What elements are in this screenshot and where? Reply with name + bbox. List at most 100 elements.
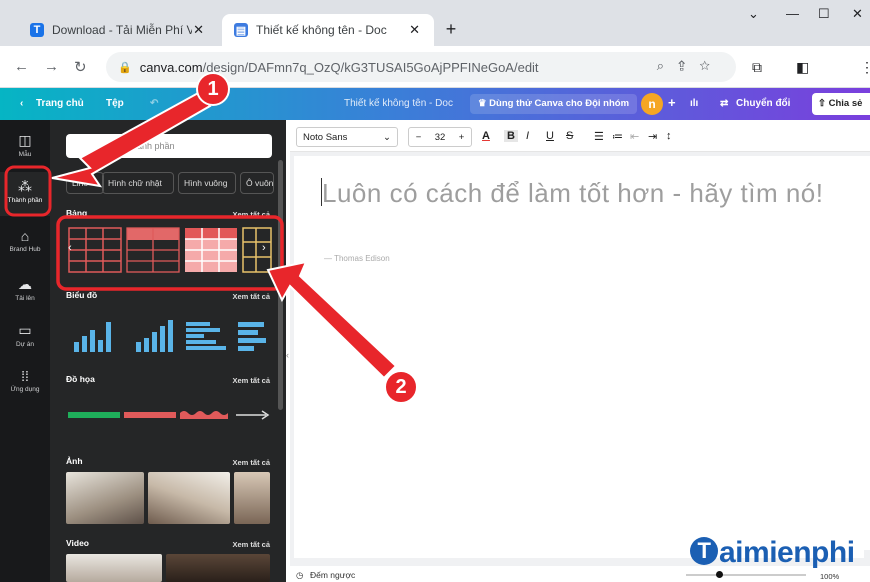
zoom-handle[interactable] [716,571,723,578]
doc-title[interactable]: Thiết kế không tên - Doc [344,98,453,109]
document-page[interactable]: Luôn có cách để làm tốt hơn - hãy tìm nó… [294,156,870,550]
bullet-list-icon[interactable]: ≔ [612,130,623,143]
table-thumb-grid[interactable] [68,227,122,273]
trial-teams-button[interactable]: ♛ Dùng thử Canva cho Đội nhóm [470,94,638,114]
minimize-icon[interactable]: — [786,6,799,21]
carousel-prev-icon[interactable]: ‹ [68,242,72,254]
folder-icon: ▭ [18,322,32,338]
user-avatar[interactable]: n [641,93,663,115]
undo-icon[interactable]: ↶ [150,98,158,109]
timer-label[interactable]: Đếm ngược [310,570,355,580]
zoom-slider[interactable] [686,571,806,578]
close-tab-icon[interactable]: ✕ [409,22,420,38]
rail-label: Mẫu [18,151,32,158]
omnibox-actions-icon[interactable]: ⌕⇪☆ [657,58,724,74]
reload-icon[interactable]: ↻ [74,58,87,76]
quote-author[interactable]: — Thomas Edison [324,254,390,263]
chip-square[interactable]: Hình vuông [178,172,236,194]
indent-icon[interactable]: ⇥ [648,130,657,143]
tab-title: Thiết kế không tên - Doc [256,23,387,37]
tab-title: Download - Tải Miễn Phí VN - P [52,23,192,37]
convert-button[interactable]: Chuyển đổi [736,98,790,109]
graphic-line-red[interactable] [122,408,176,422]
file-menu[interactable]: Tệp [106,98,124,109]
rail-uploads[interactable]: ☁ Tải lên [0,276,50,302]
photo-thumb-2[interactable] [148,472,230,524]
address-bar-row: ← → ↻ 🔒 canva.com/design/DAFmn7q_OzQ/kG3… [0,46,870,121]
charts-see-all[interactable]: Xem tất cả [232,292,270,301]
sidebar-icon[interactable]: ◧ [796,59,809,76]
share-button[interactable]: ⇧ Chia sẻ [812,93,870,115]
tab-download[interactable]: T Download - Tải Miễn Phí VN - P ✕ [18,14,218,46]
rail-elements[interactable]: ⁂ Thành phần [0,172,50,216]
font-size-value[interactable]: 32 [435,132,446,143]
tab-search-icon[interactable]: ⌄ [748,6,759,22]
outdent-icon[interactable]: ⇤ [630,130,639,143]
panel-scrollbar[interactable] [278,160,283,410]
bold-icon[interactable]: B [504,130,518,142]
canva-doc-icon: ▤ [234,23,248,37]
back-icon[interactable]: ← [14,58,29,75]
align-icon[interactable]: ☰ [594,130,604,143]
close-window-icon[interactable]: ✕ [852,6,863,22]
brand-icon: ⌂ [20,228,30,244]
rail-brand-hub[interactable]: ⌂ Brand Hub [0,228,50,253]
chart-thumb-horizontal[interactable] [182,316,232,354]
table-thumb-filled[interactable] [184,227,238,273]
menu-icon[interactable]: ⋮ [860,59,870,76]
convert-icon: ⇄ [720,98,729,109]
timer-icon[interactable]: ◷ [296,570,303,581]
table-thumb-header[interactable] [126,227,180,273]
table-thumb-gold[interactable] [242,227,272,273]
carousel-next-icon[interactable]: › [262,242,266,254]
photos-see-all[interactable]: Xem tất cả [232,458,270,467]
video-see-all[interactable]: Xem tất cả [232,540,270,549]
graphic-arrow-line[interactable] [234,408,288,422]
forward-icon[interactable]: → [44,58,59,75]
tables-see-all[interactable]: Xem tất cả [232,210,270,219]
search-input[interactable]: hành phần [66,134,272,158]
line-spacing-icon[interactable]: ↕ [666,130,672,142]
rail-templates[interactable]: ◫ Mẫu [0,132,50,158]
rail-label: Dự án [15,341,35,348]
graphic-line-wavy[interactable] [178,408,232,422]
template-icon: ◫ [18,132,32,148]
decrease-size-icon[interactable]: − [416,132,422,143]
tab-canva-doc[interactable]: ▤ Thiết kế không tên - Doc ✕ [222,14,434,46]
photo-thumb-3[interactable] [234,472,270,524]
new-tab-button[interactable]: + [440,18,462,40]
rail-projects[interactable]: ▭ Dự án [0,322,50,348]
extensions-icon[interactable]: ⧉ [752,59,762,76]
font-size-stepper[interactable]: − 32 + [408,127,472,147]
analytics-icon[interactable]: ılı [690,98,698,109]
increase-size-icon[interactable]: + [459,132,465,143]
taimienphi-favicon-icon: T [30,23,44,37]
quote-text[interactable]: Luôn có cách để làm tốt hơn - hãy tìm nó… [322,174,842,212]
text-color-icon[interactable]: A [482,130,490,142]
video-thumb-1[interactable] [66,554,162,582]
chip-rectangle[interactable]: Hình chữ nhật [102,172,174,194]
underline-icon[interactable]: U [546,130,554,142]
maximize-icon[interactable]: ☐ [818,6,830,22]
collapse-panel-icon[interactable]: ‹ [286,350,289,360]
browser-tab-bar: T Download - Tải Miễn Phí VN - P ✕ ▤ Thi… [0,0,870,46]
trial-label: Dùng thử Canva cho Đội nhóm [489,98,630,109]
chart-thumb-bars[interactable] [70,316,120,354]
graphics-see-all[interactable]: Xem tất cả [232,376,270,385]
chip-grid[interactable]: Ô vuông [240,172,274,194]
rail-apps[interactable]: ⁞⁞ Ứng dụng [0,368,50,393]
italic-icon[interactable]: I [526,130,529,142]
home-link[interactable]: Trang chủ [36,98,84,109]
zoom-level[interactable]: 100% [820,572,839,581]
chip-line[interactable]: Line [66,172,104,194]
photo-thumb-1[interactable] [66,472,144,524]
apps-icon: ⁞⁞ [21,368,29,384]
add-member-icon[interactable]: + [668,95,676,110]
font-family-select[interactable]: Noto Sans ⌄ [296,127,398,147]
graphic-line-green[interactable] [66,408,120,422]
chart-thumb-stacked[interactable] [132,316,182,354]
close-tab-icon[interactable]: ✕ [193,22,204,38]
section-video-title: Video [66,538,89,548]
strikethrough-icon[interactable]: S [566,130,573,142]
video-thumb-2[interactable] [166,554,270,582]
